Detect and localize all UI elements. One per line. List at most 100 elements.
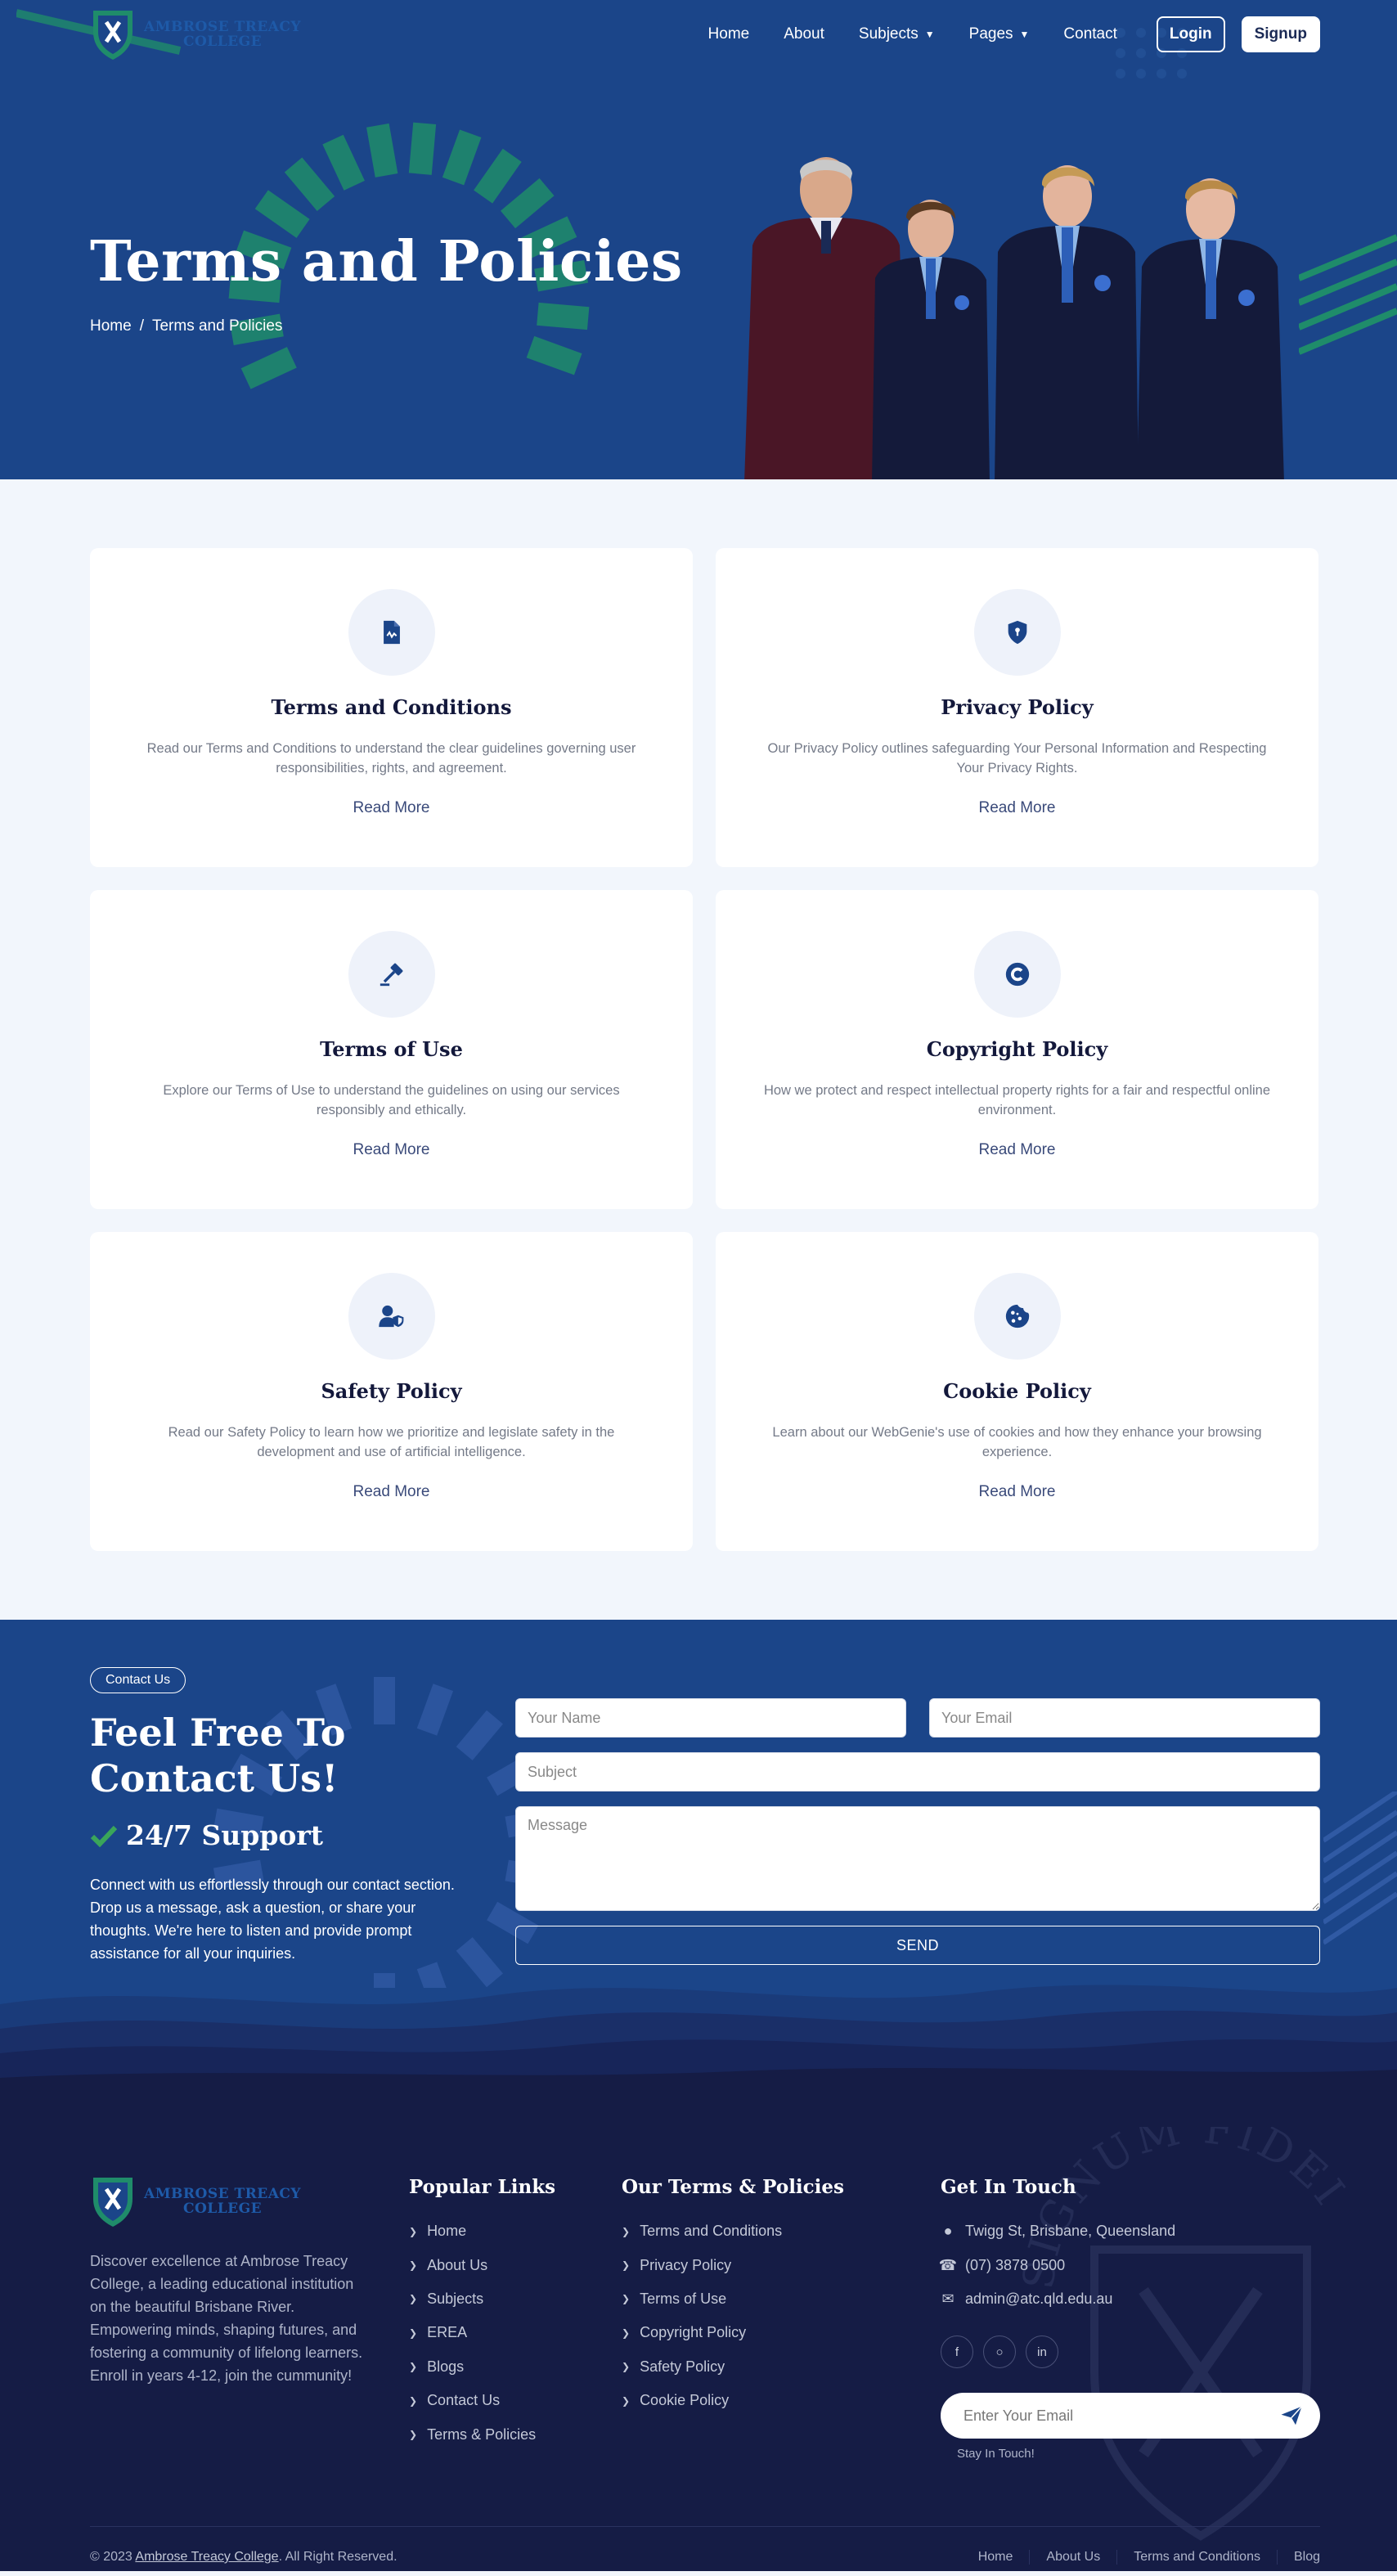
top-navigation: AMBROSE TREACY COLLEGE Home About Subjec… [0, 0, 1397, 69]
nav-contact[interactable]: Contact [1063, 25, 1116, 43]
card-description: Our Privacy Policy outlines safeguarding… [767, 741, 1267, 775]
footer-link-label: Privacy Policy [640, 2256, 732, 2273]
terms-links-list: ❯ Terms and Conditions ❯ Privacy Policy ❯ T… [622, 2214, 844, 2417]
address-item: ● Twigg St, Brisbane, Queensland [941, 2214, 1320, 2248]
read-more-link[interactable]: Read More [353, 799, 430, 817]
chevron-right-icon: ❯ [409, 2429, 418, 2441]
support-text: 24/7 Support [126, 1819, 324, 1851]
footer-bottom-links: Home About Us Terms and Conditions Blog [962, 2550, 1320, 2565]
email-input[interactable] [929, 1698, 1320, 1738]
footer-link-label: Terms of Use [640, 2290, 727, 2307]
card-icon-wrapper [973, 589, 1061, 676]
card-icon-wrapper [348, 1273, 435, 1360]
shield-lock-icon [1008, 620, 1026, 645]
card-description: Read our Terms and Conditions to underst… [146, 741, 636, 775]
footer-link-label: Terms & Policies [427, 2425, 537, 2443]
shield-crest-icon [93, 11, 133, 60]
read-more-link[interactable]: Read More [353, 1141, 430, 1159]
contact-section: Contact Us Feel Free To Contact Us! 24/7… [0, 1620, 1397, 2086]
footer-link-blogs[interactable]: ❯ Blogs [409, 2350, 555, 2384]
hero-section: AMBROSE TREACY COLLEGE Home About Subjec… [0, 0, 1397, 479]
footer-link-safety[interactable]: ❯ Safety Policy [622, 2350, 844, 2384]
nav-home[interactable]: Home [708, 25, 750, 43]
instagram-icon[interactable]: ○ [983, 2335, 1016, 2369]
facebook-icon[interactable]: f [941, 2335, 973, 2369]
social-links: f ○ in [941, 2335, 1320, 2369]
logo-text: AMBROSE TREACY COLLEGE [144, 2187, 301, 2216]
page-title: Terms and Policies [90, 229, 683, 294]
read-more-link[interactable]: Read More [353, 1483, 430, 1501]
read-more-link[interactable]: Read More [979, 799, 1056, 817]
chevron-right-icon: ❯ [622, 2361, 631, 2373]
bottom-link-terms[interactable]: Terms and Conditions [1116, 2550, 1277, 2565]
footer-link-cookie[interactable]: ❯ Cookie Policy [622, 2384, 844, 2417]
card-description: How we protect and respect intellectual … [763, 1083, 1271, 1117]
breadcrumb-home[interactable]: Home [90, 317, 132, 335]
chevron-right-icon: ❯ [409, 2326, 418, 2339]
nav-pages[interactable]: Pages ▼ [969, 25, 1030, 43]
name-input[interactable] [515, 1698, 906, 1738]
hero-group-photo [744, 157, 1284, 479]
breadcrumb-separator: / [139, 317, 144, 335]
terms-heading: Our Terms & Policies [622, 2176, 844, 2198]
copyright-college-link[interactable]: Ambrose Treacy College [135, 2550, 278, 2564]
subject-input[interactable] [515, 1752, 1320, 1792]
send-button[interactable]: SEND [515, 1926, 1320, 1965]
footer-logo[interactable]: AMBROSE TREACY COLLEGE [90, 2174, 364, 2228]
footer-link-home[interactable]: ❯ Home [409, 2214, 555, 2248]
linkedin-icon[interactable]: in [1026, 2335, 1058, 2369]
person-student-2 [995, 165, 1139, 479]
message-input[interactable] [515, 1806, 1320, 1911]
card-title: Cookie Policy [943, 1379, 1091, 1403]
footer-link-terms-policies[interactable]: ❯ Terms & Policies [409, 2417, 555, 2451]
signup-button[interactable]: Signup [1241, 16, 1320, 52]
decorative-stripes [1299, 234, 1397, 355]
phone-icon: ☎ [938, 2256, 958, 2273]
copyright-icon [1005, 962, 1029, 987]
nav-subjects[interactable]: Subjects ▼ [859, 25, 935, 43]
newsletter-email-input[interactable] [964, 2407, 1279, 2425]
newsletter-form [941, 2393, 1320, 2439]
read-more-link[interactable]: Read More [979, 1141, 1056, 1159]
footer-link-terms-of-use[interactable]: ❯ Terms of Use [622, 2282, 844, 2316]
logo-line-1: AMBROSE TREACY [144, 2186, 302, 2202]
card-title: Terms and Conditions [271, 695, 512, 719]
chevron-right-icon: ❯ [622, 2259, 631, 2272]
user-shield-icon [378, 1305, 403, 1328]
footer-link-privacy[interactable]: ❯ Privacy Policy [622, 2248, 844, 2282]
bottom-link-home[interactable]: Home [962, 2550, 1030, 2565]
chevron-down-icon: ▼ [924, 29, 935, 40]
footer-link-terms-conditions[interactable]: ❯ Terms and Conditions [622, 2214, 844, 2248]
footer-about-text: Discover excellence at Ambrose Treacy Co… [90, 2253, 363, 2384]
footer-link-label: Cookie Policy [640, 2392, 730, 2409]
college-logo[interactable]: AMBROSE TREACY COLLEGE [90, 7, 301, 61]
phone-item: ☎ (07) 3878 0500 [938, 2248, 1320, 2282]
contact-title: Feel Free To Contact Us! [90, 1711, 346, 1801]
policy-card-safety: Safety Policy Read our Safety Policy to … [90, 1232, 693, 1551]
send-icon[interactable] [1279, 2403, 1304, 2428]
footer-link-contact[interactable]: ❯ Contact Us [409, 2384, 555, 2417]
footer-link-copyright[interactable]: ❯ Copyright Policy [622, 2316, 844, 2349]
policy-card-terms-of-use: Terms of Use Explore our Terms of Use to… [90, 890, 693, 1209]
logo-line-2: COLLEGE [182, 2201, 263, 2217]
chevron-right-icon: ❯ [409, 2394, 418, 2407]
nav-about[interactable]: About [784, 25, 824, 43]
footer-link-label: Copyright Policy [640, 2324, 747, 2341]
footer-link-subjects[interactable]: ❯ Subjects [409, 2282, 555, 2316]
bottom-link-blog[interactable]: Blog [1276, 2550, 1320, 2565]
copyright-text: © 2023 Ambrose Treacy College. All Right… [90, 2550, 398, 2565]
cookie-icon [1005, 1304, 1029, 1328]
read-more-link[interactable]: Read More [979, 1483, 1056, 1501]
footer-link-label: Blogs [427, 2358, 465, 2375]
login-button[interactable]: Login [1156, 16, 1225, 52]
chevron-right-icon: ❯ [409, 2293, 418, 2305]
bottom-link-about[interactable]: About Us [1029, 2550, 1116, 2565]
card-title: Terms of Use [320, 1037, 463, 1061]
footer-link-about[interactable]: ❯ About Us [409, 2248, 555, 2282]
footer-link-label: Home [427, 2223, 467, 2240]
nav-pages-label: Pages [968, 25, 1013, 43]
chevron-right-icon: ❯ [409, 2259, 418, 2272]
footer-link-erea[interactable]: ❯ EREA [409, 2316, 555, 2349]
chevron-right-icon: ❯ [622, 2326, 631, 2339]
phone-text: (07) 3878 0500 [965, 2256, 1066, 2273]
